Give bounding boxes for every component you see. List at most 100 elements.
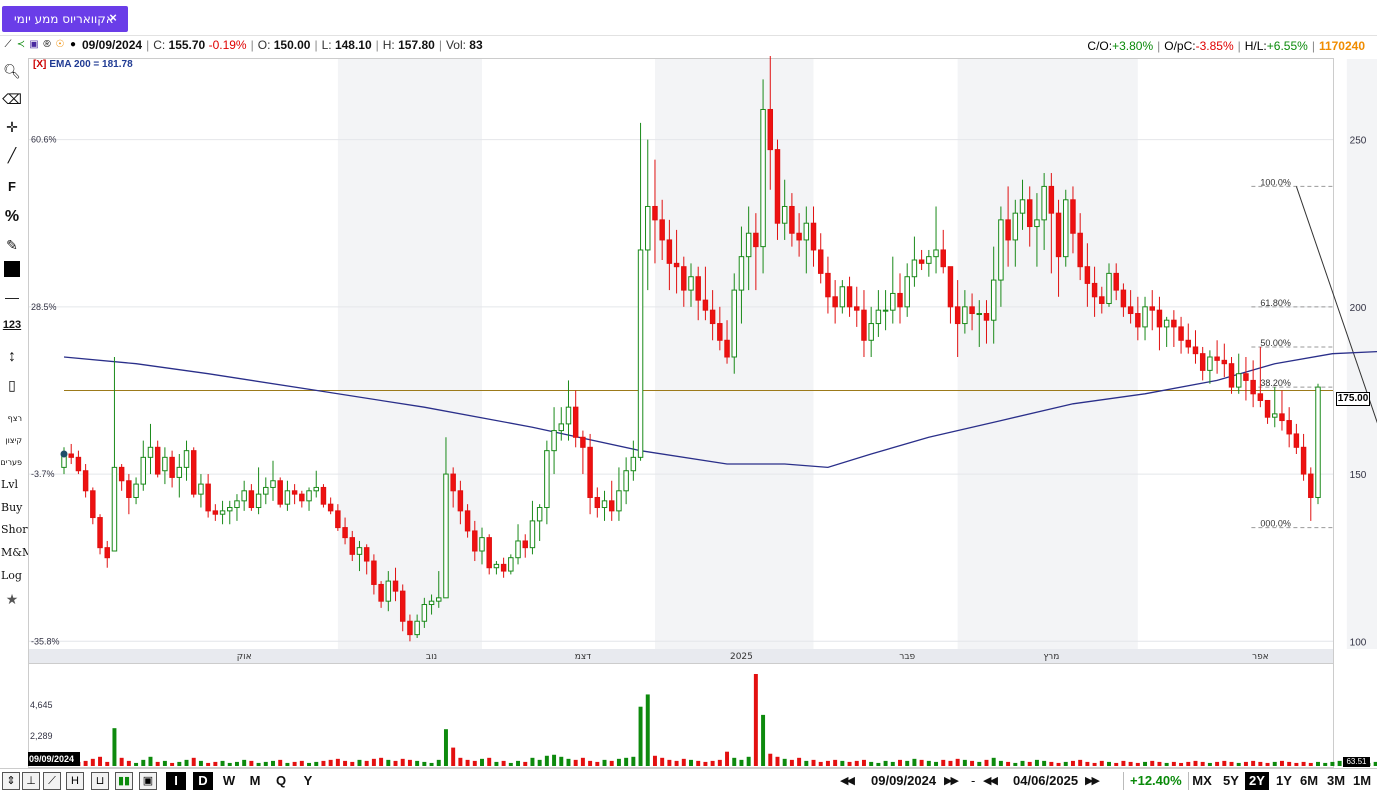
interval-m-button[interactable]: M <box>245 772 265 790</box>
candle-body <box>118 466 125 482</box>
candle-body <box>219 510 226 515</box>
remove-ema-button[interactable]: [X] <box>33 59 46 70</box>
volume-bar <box>1323 762 1328 766</box>
end-date[interactable]: 04/06/2025 <box>1013 772 1078 790</box>
volume-bar <box>645 694 650 766</box>
interval-i-button[interactable]: I <box>166 772 186 790</box>
volume-bar <box>1085 761 1090 766</box>
interval-w-button[interactable]: W <box>219 772 239 790</box>
line-type-icon[interactable]: ⟋ <box>43 772 61 790</box>
candle-body <box>890 292 896 311</box>
candle-body <box>825 272 831 298</box>
candle-body <box>983 313 990 321</box>
range-2y-button[interactable]: 2Y <box>1245 772 1269 790</box>
volume-bar <box>876 762 881 766</box>
candle-body <box>1034 219 1040 228</box>
first-start-icon[interactable]: ◀◀ <box>840 772 855 790</box>
candle-body <box>789 205 795 234</box>
candle-body <box>926 256 932 264</box>
volume-bar <box>480 758 484 766</box>
candle-body <box>147 446 154 458</box>
volume-bar <box>1186 761 1191 766</box>
color-candles-icon[interactable]: ▮▮ <box>115 772 133 790</box>
interval-y-button[interactable]: Y <box>298 772 318 790</box>
next-start-icon[interactable]: ▶▶ <box>944 772 959 790</box>
volume-bar <box>393 760 398 766</box>
candle-body <box>140 456 147 485</box>
interval-q-button[interactable]: Q <box>271 772 291 790</box>
range-5y-button[interactable]: 5Y <box>1219 772 1243 790</box>
candle-body <box>493 563 500 569</box>
volume-bar <box>667 759 672 766</box>
volume-bar <box>1128 761 1133 766</box>
volume-bar <box>602 759 607 766</box>
candle-body <box>421 604 428 622</box>
candlestick-type-icon[interactable]: ⇕ <box>2 772 20 790</box>
candle-body <box>875 309 882 325</box>
candle-body <box>630 456 637 472</box>
volume-bar <box>1279 760 1284 766</box>
save-icon[interactable]: ▣ <box>139 772 157 790</box>
volume-bar <box>739 759 744 766</box>
volume-bar <box>732 757 737 766</box>
volume-bar <box>1193 760 1198 766</box>
volume-bar <box>177 761 182 766</box>
volume-bar <box>833 759 838 766</box>
volume-bar <box>905 760 910 766</box>
volume-bar <box>292 761 297 766</box>
volume-bar <box>1207 762 1212 766</box>
ohlc-type-icon[interactable]: ⊥ <box>22 772 40 790</box>
candle-body <box>933 249 939 258</box>
candle-body <box>760 108 766 248</box>
x-axis-label: פבר <box>899 652 915 662</box>
range-3m-button[interactable]: 3M <box>1324 772 1348 790</box>
fib-level-label: 000.0% <box>1260 519 1291 529</box>
volume-bar <box>955 758 960 766</box>
last-end-icon[interactable]: ▶▶ <box>1085 772 1100 790</box>
candle-body <box>1185 339 1192 348</box>
candle-body <box>486 537 492 569</box>
candle-body <box>190 450 197 495</box>
volume-bar <box>1265 762 1270 766</box>
range-1y-button[interactable]: 1Y <box>1272 772 1296 790</box>
volume-bar <box>1027 761 1032 766</box>
volume-bar <box>90 758 95 766</box>
volume-bar <box>1099 760 1104 766</box>
volume-bar <box>1042 760 1047 766</box>
range-mx-button[interactable]: MX <box>1190 772 1214 790</box>
candle-body <box>263 486 269 495</box>
candle-body <box>414 620 420 636</box>
volume-bar <box>1034 759 1039 766</box>
candle-body <box>536 507 543 522</box>
volume-bar <box>307 762 312 766</box>
volume-bar <box>487 757 492 766</box>
volume-bar <box>443 729 448 766</box>
candle-body <box>133 483 139 498</box>
start-date[interactable]: 09/09/2024 <box>871 772 936 790</box>
interval-d-button[interactable]: D <box>193 772 213 790</box>
volume-bar <box>717 759 722 766</box>
candle-body <box>522 540 528 549</box>
range-6m-button[interactable]: 6M <box>1297 772 1321 790</box>
bar-type-icon[interactable]: ⊔ <box>91 772 109 790</box>
candle-body <box>299 493 305 502</box>
volume-bar <box>703 761 708 766</box>
candle-body <box>342 527 348 539</box>
candle-body <box>969 306 975 315</box>
volume-bar <box>782 758 787 766</box>
ema-legend: [X] EMA 200 = 181.78 <box>33 59 133 70</box>
prev-end-icon[interactable]: ◀◀ <box>983 772 998 790</box>
candle-body <box>724 339 730 358</box>
x-axis-label: דצמ <box>575 652 591 662</box>
candle-body <box>443 473 449 599</box>
range-1m-button[interactable]: 1M <box>1350 772 1374 790</box>
volume-bar <box>1107 761 1111 766</box>
candle-body <box>1214 356 1220 361</box>
volume-bar <box>1020 760 1025 766</box>
hlc-type-icon[interactable]: H <box>66 772 84 790</box>
candle-body <box>1055 212 1062 258</box>
volume-bar <box>278 759 283 766</box>
volume-bar <box>105 761 110 766</box>
volume-bar <box>1236 762 1241 766</box>
volume-bar <box>1070 760 1075 766</box>
